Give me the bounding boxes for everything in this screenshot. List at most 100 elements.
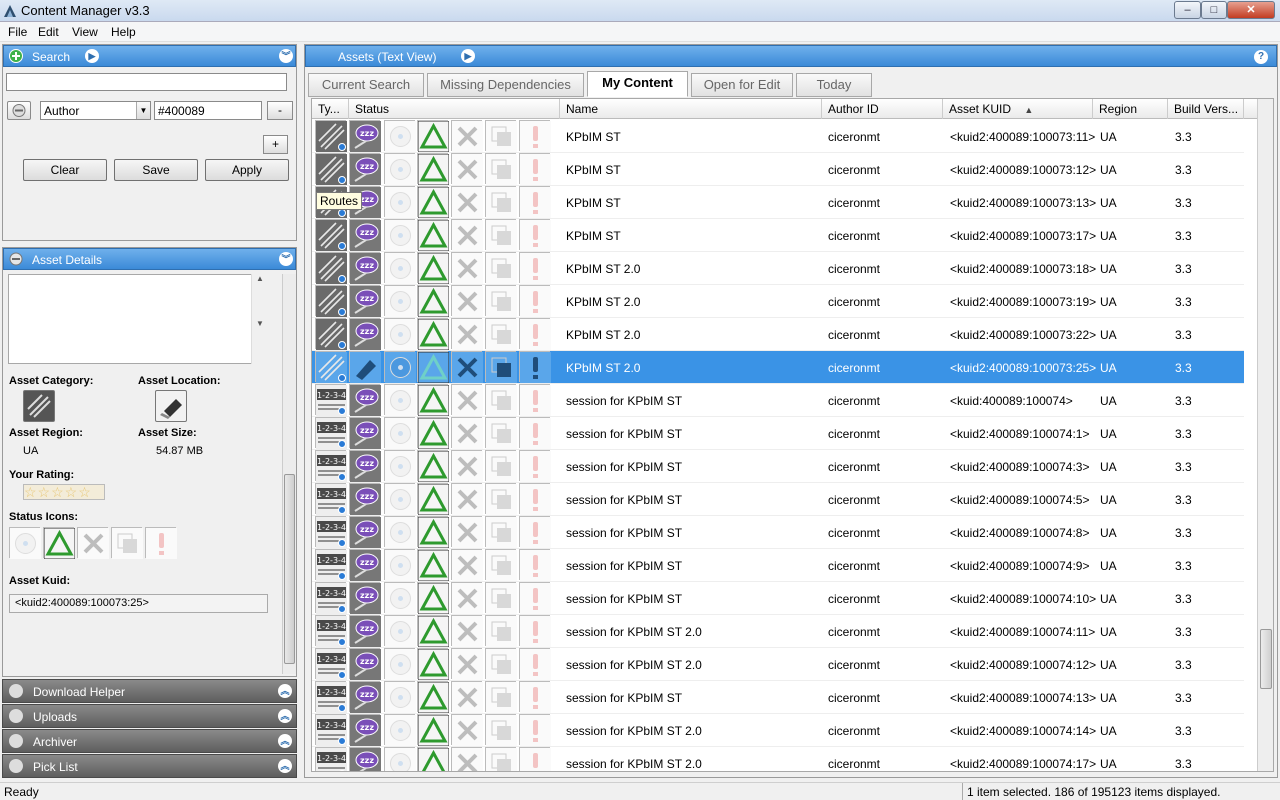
exclamation-status-icon bbox=[519, 714, 551, 746]
table-row[interactable]: zzz KPbIM ST ciceronmt <kuid2:400089:100073… bbox=[312, 153, 1244, 186]
expand-icon[interactable] bbox=[9, 709, 23, 723]
details-scrollbar-thumb[interactable] bbox=[284, 474, 295, 664]
session-type-icon: 1-2-3-4 bbox=[315, 516, 347, 548]
tab-open-for-edit[interactable]: Open for Edit bbox=[691, 73, 793, 97]
tab-current-search[interactable]: Current Search bbox=[308, 73, 424, 97]
chevron-right-icon[interactable]: ▶ bbox=[461, 49, 475, 63]
archiver-panel[interactable]: Archiver ︽ bbox=[2, 729, 297, 753]
chevron-expand-icon[interactable]: ︽ bbox=[278, 734, 292, 748]
zzz-status-icon: zzz bbox=[349, 384, 381, 416]
dropdown-arrow-icon[interactable]: ▼ bbox=[136, 102, 150, 119]
clear-button[interactable]: Clear bbox=[23, 159, 107, 181]
download-helper-panel[interactable]: Download Helper ︽ bbox=[2, 679, 297, 703]
expand-icon[interactable] bbox=[9, 684, 23, 698]
menu-help[interactable]: Help bbox=[111, 25, 136, 39]
tools-status-icon bbox=[451, 450, 483, 482]
save-button[interactable]: Save bbox=[114, 159, 198, 181]
column-status[interactable]: Status bbox=[349, 99, 560, 119]
details-toggle-icon[interactable] bbox=[9, 252, 23, 266]
box-status-icon bbox=[485, 384, 517, 416]
pick-list-panel[interactable]: Pick List ︽ bbox=[2, 754, 297, 778]
cell-build-version: 3.3 bbox=[1175, 229, 1192, 243]
close-button[interactable]: ✕ bbox=[1227, 1, 1275, 19]
table-row[interactable]: zzz KPbIM ST ciceronmt <kuid2:400089:100073… bbox=[312, 186, 1244, 219]
grid-scrollbar[interactable] bbox=[1257, 99, 1273, 771]
table-row[interactable]: 1-2-3-4 zzz session for KPbIM ST ciceronmt <… bbox=[312, 450, 1244, 483]
details-scrollbar[interactable] bbox=[282, 274, 296, 674]
chevron-expand-icon[interactable]: ︽ bbox=[278, 759, 292, 773]
column-region[interactable]: Region bbox=[1093, 99, 1168, 119]
description-scrollbar[interactable]: ▲ ▼ bbox=[251, 274, 268, 364]
rating-stars[interactable]: ☆☆☆☆☆ bbox=[23, 484, 105, 500]
box-status-icon bbox=[485, 285, 517, 317]
svg-text:1-2-3-4: 1-2-3-4 bbox=[317, 655, 346, 664]
asset-kuid-field[interactable]: <kuid2:400089:100073:25> bbox=[9, 594, 268, 613]
tools-status-icon bbox=[451, 681, 483, 713]
cell-name: KPbIM ST bbox=[566, 196, 621, 210]
remove-criterion-button[interactable] bbox=[7, 101, 31, 120]
menu-view[interactable]: View bbox=[72, 25, 98, 39]
table-row[interactable]: 1-2-3-4 zzz session for KPbIM ST ciceronmt <… bbox=[312, 549, 1244, 582]
table-row[interactable]: 1-2-3-4 zzz session for KPbIM ST ciceronmt <… bbox=[312, 417, 1244, 450]
criterion-value-input[interactable]: #400089 bbox=[154, 101, 262, 120]
chevron-expand-icon[interactable]: ︽ bbox=[278, 684, 292, 698]
grid-scrollbar-thumb[interactable] bbox=[1260, 629, 1272, 689]
disc-status-icon bbox=[384, 120, 416, 152]
table-row[interactable]: 1-2-3-4 zzz session for KPbIM ST 2.0 cicero… bbox=[312, 747, 1244, 771]
cell-region: UA bbox=[1100, 361, 1117, 375]
cell-region: UA bbox=[1100, 724, 1117, 738]
remove-row-button[interactable]: - bbox=[267, 101, 293, 120]
table-row[interactable]: zzz KPbIM ST 2.0 ciceronmt <kuid2:400089:10… bbox=[312, 252, 1244, 285]
table-row[interactable]: KPbIM ST 2.0 ciceronmt <kuid2:400089:10007… bbox=[312, 351, 1244, 384]
minimize-button[interactable]: – bbox=[1174, 1, 1201, 19]
table-row[interactable]: 1-2-3-4 zzz session for KPbIM ST ciceronmt <… bbox=[312, 681, 1244, 714]
table-row[interactable]: 1-2-3-4 zzz session for KPbIM ST ciceronmt <… bbox=[312, 516, 1244, 549]
apply-button[interactable]: Apply bbox=[205, 159, 289, 181]
expand-icon[interactable] bbox=[9, 734, 23, 748]
menu-edit[interactable]: Edit bbox=[38, 25, 59, 39]
assets-grid: Ty... Status Name Author ID Asset KUID ▲… bbox=[311, 98, 1274, 772]
table-row[interactable]: 1-2-3-4 zzz session for KPbIM ST ciceronmt <… bbox=[312, 582, 1244, 615]
help-icon[interactable]: ? bbox=[1254, 50, 1268, 64]
tab-missing-dependencies[interactable]: Missing Dependencies bbox=[427, 73, 584, 97]
maximize-button[interactable]: □ bbox=[1201, 1, 1227, 19]
column-build-version[interactable]: Build Vers... bbox=[1168, 99, 1244, 119]
table-row[interactable]: 1-2-3-4 zzz session for KPbIM ST ciceronmt <… bbox=[312, 483, 1244, 516]
tab-today[interactable]: Today bbox=[796, 73, 872, 97]
menu-file[interactable]: File bbox=[8, 25, 27, 39]
criterion-field-select[interactable]: Author ▼ bbox=[40, 101, 151, 120]
tab-my-content[interactable]: My Content bbox=[587, 71, 688, 97]
column-type[interactable]: Ty... bbox=[312, 99, 349, 119]
asset-details-header[interactable]: Asset Details ︾ bbox=[3, 248, 296, 270]
cell-build-version: 3.3 bbox=[1175, 592, 1192, 606]
table-row[interactable]: zzz KPbIM ST 2.0 ciceronmt <kuid2:400089:10… bbox=[312, 285, 1244, 318]
column-asset-kuid[interactable]: Asset KUID ▲ bbox=[943, 99, 1093, 119]
chevron-collapse-icon[interactable]: ︾ bbox=[279, 252, 293, 266]
asset-kuid-label: Asset Kuid: bbox=[9, 575, 71, 587]
table-row[interactable]: 1-2-3-4 zzz session for KPbIM ST 2.0 cicero… bbox=[312, 615, 1244, 648]
search-panel-header[interactable]: Search ▶ ︾ bbox=[3, 45, 296, 67]
column-name[interactable]: Name bbox=[560, 99, 822, 119]
session-type-icon: 1-2-3-4 bbox=[315, 615, 347, 647]
chevron-collapse-icon[interactable]: ︾ bbox=[279, 49, 293, 63]
cell-region: UA bbox=[1100, 196, 1117, 210]
table-row[interactable]: zzz KPbIM ST ciceronmt <kuid2:400089:100073… bbox=[312, 120, 1244, 153]
chevron-expand-icon[interactable]: ︽ bbox=[278, 709, 292, 723]
box-status-icon bbox=[485, 351, 517, 383]
table-row[interactable]: zzz KPbIM ST 2.0 ciceronmt <kuid2:400089:10… bbox=[312, 318, 1244, 351]
uploads-panel[interactable]: Uploads ︽ bbox=[2, 704, 297, 728]
search-input[interactable] bbox=[6, 73, 287, 91]
column-author-id[interactable]: Author ID bbox=[822, 99, 943, 119]
table-row[interactable]: 1-2-3-4 zzz session for KPbIM ST 2.0 cicero… bbox=[312, 648, 1244, 681]
description-box[interactable] bbox=[8, 274, 268, 364]
search-toggle-icon[interactable] bbox=[9, 49, 23, 63]
cell-asset-kuid: <kuid2:400089:100073:13> bbox=[950, 196, 1097, 210]
expand-icon[interactable] bbox=[9, 759, 23, 773]
cell-name: KPbIM ST 2.0 bbox=[566, 262, 641, 276]
add-row-button[interactable]: + bbox=[263, 135, 288, 154]
disc-status-icon bbox=[384, 186, 416, 218]
table-row[interactable]: 1-2-3-4 zzz session for KPbIM ST ciceronmt <… bbox=[312, 384, 1244, 417]
table-row[interactable]: zzz KPbIM ST ciceronmt <kuid2:400089:100073… bbox=[312, 219, 1244, 252]
table-row[interactable]: 1-2-3-4 zzz session for KPbIM ST 2.0 cicero… bbox=[312, 714, 1244, 747]
chevron-right-icon[interactable]: ▶ bbox=[85, 49, 99, 63]
